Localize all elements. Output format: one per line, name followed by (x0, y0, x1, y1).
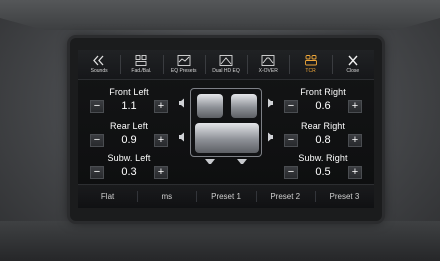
toolbar-label: Close (346, 68, 360, 74)
subwoofer-right-label: Subw. Right (298, 153, 348, 163)
front-right-plus-button[interactable]: + (348, 99, 362, 113)
rear-right-minus-button[interactable]: − (284, 133, 298, 147)
front-right-label: Front Right (300, 87, 346, 97)
front-right-control: Front Right − 0.6 + (284, 87, 362, 113)
subwoofer-left-minus-button[interactable]: − (90, 165, 104, 179)
fader-balance-button[interactable]: Fad./Bal. (120, 50, 162, 79)
close-icon (346, 55, 360, 66)
toolbar-label: X-OVER (258, 68, 278, 74)
subwoofer-right-value: 0.5 (315, 166, 331, 178)
rear-left-speaker-icon[interactable] (178, 132, 186, 142)
front-left-minus-button[interactable]: − (90, 99, 104, 113)
dual-hd-eq-icon (219, 55, 233, 66)
subwoofer-left-value: 0.3 (121, 166, 137, 178)
tcr-icon (304, 55, 318, 66)
dashboard-top (0, 0, 440, 30)
front-left-value: 1.1 (121, 100, 137, 112)
tcr-button[interactable]: TCR (289, 50, 331, 79)
eq-presets-button[interactable]: EQ Presets (162, 50, 205, 79)
crossover-icon (261, 55, 275, 66)
toolbar-label: TCR (305, 68, 316, 74)
subwoofer-left-plus-button[interactable]: + (154, 165, 168, 179)
front-left-speaker-icon[interactable] (178, 98, 186, 108)
rear-right-plus-button[interactable]: + (348, 133, 362, 147)
rear-left-minus-button[interactable]: − (90, 133, 104, 147)
preset-flat-button[interactable]: Flat (78, 185, 137, 208)
preset-2-button[interactable]: Preset 2 (255, 185, 315, 208)
subwoofer-right-icon[interactable] (236, 158, 248, 166)
rear-right-value: 0.8 (315, 134, 331, 146)
subwoofer-right-minus-button[interactable]: − (284, 165, 298, 179)
front-right-seat[interactable] (231, 94, 257, 118)
front-right-value: 0.6 (315, 100, 331, 112)
rear-seat[interactable] (195, 123, 259, 153)
subwoofer-left-icon[interactable] (204, 158, 216, 166)
sounds-back-button[interactable]: Sounds (78, 50, 120, 79)
subwoofer-left-label: Subw. Left (107, 153, 151, 163)
rear-left-label: Rear Left (110, 121, 148, 131)
subwoofer-right-control: Subw. Right − 0.5 + (284, 153, 362, 179)
preset-ms-button[interactable]: ms (137, 185, 196, 208)
subwoofer-right-plus-button[interactable]: + (348, 165, 362, 179)
front-right-minus-button[interactable]: − (284, 99, 298, 113)
chevron-left-icon (92, 55, 106, 66)
toolbar-label: Fad./Bal. (131, 68, 152, 74)
subwoofer-left-control: Subw. Left − 0.3 + (90, 153, 168, 179)
rear-left-value: 0.9 (121, 134, 137, 146)
rear-left-control: Rear Left − 0.9 + (90, 121, 168, 147)
toolbar-label: Sounds (90, 68, 108, 74)
top-toolbar: Sounds Fad./Bal. EQ Presets Dual HD EQ X… (78, 50, 374, 80)
crossover-button[interactable]: X-OVER (247, 50, 289, 79)
close-button[interactable]: Close (331, 50, 374, 79)
preset-1-button[interactable]: Preset 1 (196, 185, 255, 208)
rear-right-control: Rear Right − 0.8 + (284, 121, 362, 147)
front-left-plus-button[interactable]: + (154, 99, 168, 113)
preset-3-button[interactable]: Preset 3 (314, 185, 374, 208)
rear-right-label: Rear Right (300, 121, 346, 131)
front-left-label: Front Left (109, 87, 149, 97)
car-seat-diagram (190, 88, 262, 157)
eq-presets-icon (177, 55, 191, 66)
head-unit-screen: Sounds Fad./Bal. EQ Presets Dual HD EQ X… (78, 50, 374, 208)
rear-right-speaker-icon[interactable] (266, 132, 274, 142)
dashboard-bottom (0, 221, 440, 261)
front-left-control: Front Left − 1.1 + (90, 87, 168, 113)
preset-bar: Flat ms Preset 1 Preset 2 Preset 3 (78, 184, 374, 208)
front-right-speaker-icon[interactable] (266, 98, 274, 108)
toolbar-label: Dual HD EQ (212, 68, 240, 74)
dual-hd-eq-button[interactable]: Dual HD EQ (204, 50, 247, 79)
toolbar-label: EQ Presets (170, 68, 197, 74)
rear-left-plus-button[interactable]: + (154, 133, 168, 147)
front-left-seat[interactable] (197, 94, 223, 118)
fader-balance-icon (134, 55, 148, 66)
